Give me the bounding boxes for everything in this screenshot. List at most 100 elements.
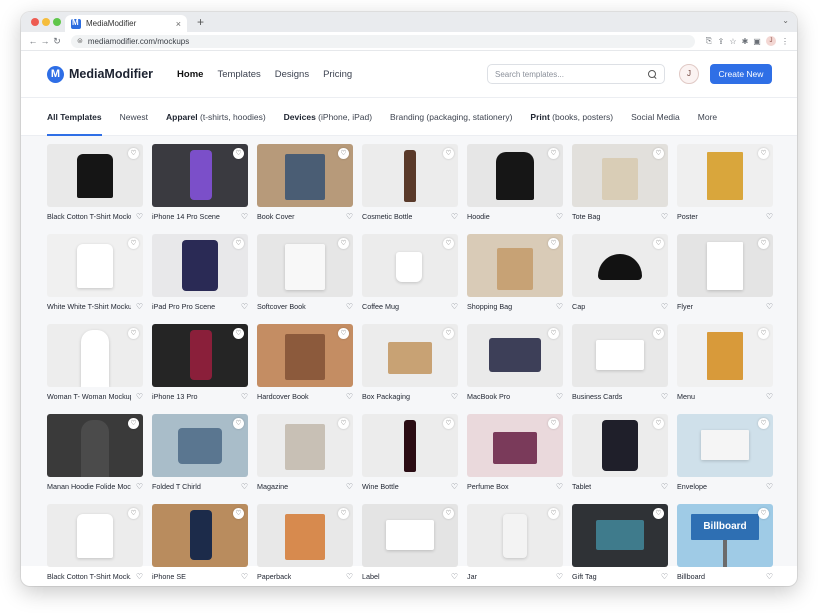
template-label[interactable]: Business Cards [572, 392, 622, 401]
heart-icon[interactable]: ♡ [661, 392, 668, 401]
template-card[interactable]: ♡ Menu ♡ [677, 324, 773, 403]
favorite-overlay-icon[interactable]: ♡ [233, 148, 244, 159]
template-card[interactable]: ♡ Book Cover ♡ [257, 144, 353, 223]
template-thumbnail[interactable]: ♡ [362, 504, 458, 567]
template-card[interactable]: ♡ iPhone SE ♡ [152, 504, 248, 583]
template-thumbnail[interactable]: ♡ [47, 324, 143, 387]
template-thumbnail[interactable]: ♡ [47, 144, 143, 207]
template-thumbnail[interactable]: ♡ [572, 234, 668, 297]
heart-icon[interactable]: ♡ [451, 572, 458, 581]
template-label[interactable]: Perfume Box [467, 482, 509, 491]
favorite-overlay-icon[interactable]: ♡ [653, 328, 664, 339]
template-card[interactable]: ♡ iPad Pro Pro Scene ♡ [152, 234, 248, 313]
favorite-overlay-icon[interactable]: ♡ [338, 418, 349, 429]
favorite-overlay-icon[interactable]: ♡ [758, 418, 769, 429]
filter-more[interactable]: More [698, 98, 717, 136]
search-icon[interactable] [648, 69, 657, 79]
reload-icon[interactable]: ↻ [51, 36, 63, 47]
favorite-overlay-icon[interactable]: ♡ [443, 238, 454, 249]
template-card[interactable]: ♡ Flyer ♡ [677, 234, 773, 313]
favorite-overlay-icon[interactable]: ♡ [233, 508, 244, 519]
template-thumbnail[interactable]: ♡ [257, 504, 353, 567]
template-thumbnail[interactable]: ♡ [152, 324, 248, 387]
template-thumbnail[interactable]: ♡ [362, 234, 458, 297]
template-label[interactable]: Hoodie [467, 212, 490, 221]
favorite-overlay-icon[interactable]: ♡ [128, 328, 139, 339]
template-card[interactable]: ♡ Hoodie ♡ [467, 144, 563, 223]
maximize-window-button[interactable] [53, 18, 61, 26]
template-label[interactable]: Wine Bottle [362, 482, 399, 491]
nav-designs[interactable]: Designs [275, 69, 309, 80]
template-thumbnail[interactable]: ♡ [467, 324, 563, 387]
favorite-overlay-icon[interactable]: ♡ [338, 508, 349, 519]
template-label[interactable]: Box Packaging [362, 392, 410, 401]
heart-icon[interactable]: ♡ [766, 392, 773, 401]
template-card[interactable]: ♡ Folded T Chirld ♡ [152, 414, 248, 493]
heart-icon[interactable]: ♡ [661, 212, 668, 221]
template-label[interactable]: Woman T- Woman Mockup [47, 392, 131, 401]
favorite-overlay-icon[interactable]: ♡ [443, 418, 454, 429]
chevron-down-icon[interactable]: ⌄ [782, 16, 789, 25]
favorite-overlay-icon[interactable]: ♡ [758, 148, 769, 159]
template-thumbnail[interactable]: ♡ [362, 324, 458, 387]
template-thumbnail[interactable]: ♡ [257, 324, 353, 387]
favorite-overlay-icon[interactable]: ♡ [443, 328, 454, 339]
favorite-overlay-icon[interactable]: ♡ [338, 328, 349, 339]
template-label[interactable]: Folded T Chirld [152, 482, 201, 491]
heart-icon[interactable]: ♡ [451, 482, 458, 491]
filter-devices[interactable]: Devices (iPhone, iPad) [284, 98, 372, 136]
user-avatar[interactable]: J [679, 64, 699, 84]
template-label[interactable]: Envelope [677, 482, 707, 491]
template-thumbnail[interactable]: Billboard ♡ [677, 504, 773, 567]
template-card[interactable]: ♡ Black Cotton T-Shirt Mockup ♡ [47, 144, 143, 223]
template-label[interactable]: Cosmetic Bottle [362, 212, 412, 221]
favorite-overlay-icon[interactable]: ♡ [128, 148, 139, 159]
extensions-icon[interactable]: ✱ [739, 37, 751, 46]
tab-close-icon[interactable]: × [176, 19, 181, 29]
template-thumbnail[interactable]: ♡ [47, 234, 143, 297]
template-card[interactable]: Billboard ♡ Billboard ♡ [677, 504, 773, 583]
template-label[interactable]: White White T-Shirt Mockup [47, 302, 131, 311]
template-label[interactable]: Magazine [257, 482, 288, 491]
template-label[interactable]: Menu [677, 392, 695, 401]
heart-icon[interactable]: ♡ [451, 212, 458, 221]
template-card[interactable]: ♡ Label ♡ [362, 504, 458, 583]
heart-icon[interactable]: ♡ [766, 212, 773, 221]
template-card[interactable]: ♡ Manan Hoodie Folide Mock. ♡ [47, 414, 143, 493]
favorite-overlay-icon[interactable]: ♡ [128, 418, 139, 429]
heart-icon[interactable]: ♡ [766, 302, 773, 311]
heart-icon[interactable]: ♡ [136, 392, 143, 401]
star-icon[interactable]: ☆ [727, 37, 739, 46]
favorite-overlay-icon[interactable]: ♡ [233, 418, 244, 429]
template-card[interactable]: ♡ Wine Bottle ♡ [362, 414, 458, 493]
template-thumbnail[interactable]: ♡ [572, 414, 668, 477]
back-arrow-icon[interactable]: ← [27, 36, 39, 46]
template-card[interactable]: ♡ Envelope ♡ [677, 414, 773, 493]
template-thumbnail[interactable]: ♡ [467, 234, 563, 297]
nav-templates[interactable]: Templates [217, 69, 260, 80]
template-label[interactable]: Tote Bag [572, 212, 600, 221]
filter-apparel[interactable]: Apparel (t-shirts, hoodies) [166, 98, 266, 136]
filter-all-templates[interactable]: All Templates [47, 98, 102, 136]
heart-icon[interactable]: ♡ [346, 302, 353, 311]
favorite-overlay-icon[interactable]: ♡ [653, 418, 664, 429]
favorite-overlay-icon[interactable]: ♡ [233, 328, 244, 339]
template-label[interactable]: iPhone SE [152, 572, 186, 581]
favorite-overlay-icon[interactable]: ♡ [128, 238, 139, 249]
template-card[interactable]: ♡ Gift Tag ♡ [572, 504, 668, 583]
template-label[interactable]: Poster [677, 212, 698, 221]
favorite-overlay-icon[interactable]: ♡ [758, 238, 769, 249]
favorite-overlay-icon[interactable]: ♡ [548, 508, 559, 519]
browser-tab[interactable]: MediaModifier × [65, 15, 187, 32]
template-card[interactable]: ♡ Perfume Box ♡ [467, 414, 563, 493]
template-label[interactable]: Billboard [677, 572, 705, 581]
filter-social-media[interactable]: Social Media [631, 98, 680, 136]
favorite-overlay-icon[interactable]: ♡ [758, 508, 769, 519]
heart-icon[interactable]: ♡ [451, 302, 458, 311]
favorite-overlay-icon[interactable]: ♡ [338, 148, 349, 159]
heart-icon[interactable]: ♡ [556, 212, 563, 221]
template-thumbnail[interactable]: ♡ [257, 414, 353, 477]
template-thumbnail[interactable]: ♡ [362, 414, 458, 477]
close-window-button[interactable] [31, 18, 39, 26]
template-card[interactable]: ♡ White White T-Shirt Mockup ♡ [47, 234, 143, 313]
